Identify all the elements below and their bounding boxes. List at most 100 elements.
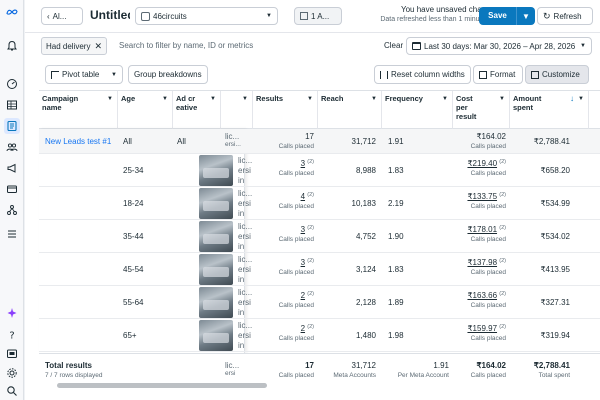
clear-filters-button[interactable]: Clear bbox=[384, 41, 403, 50]
column-menu-caret-icon[interactable]: ▼ bbox=[306, 95, 314, 103]
column-header-frequency[interactable]: Frequency ▼ bbox=[382, 91, 453, 129]
truncated-cell: lic... ersi in bbox=[238, 189, 253, 218]
ad-creative-thumbnail[interactable] bbox=[199, 320, 233, 351]
reach-value: 10,183 bbox=[351, 199, 376, 208]
svg-text:?: ? bbox=[9, 331, 14, 342]
column-header-age[interactable]: Age ▼ bbox=[118, 91, 173, 129]
ad-account-selector[interactable]: 46circuits ▼ bbox=[135, 7, 278, 25]
help-question-icon[interactable]: ? bbox=[4, 327, 20, 343]
report-table: Campaign name ▼ Age ▼ Ad creative ▼ ▼ Resul… bbox=[39, 90, 600, 384]
unsaved-changes-title: You have unsaved changes bbox=[400, 5, 499, 14]
results-value: 2 (2) Calls placed bbox=[278, 324, 314, 342]
ad-creative-thumbnail[interactable] bbox=[199, 221, 233, 252]
audiences-people-icon[interactable] bbox=[4, 139, 20, 155]
campaign-name-link[interactable]: New Leads test #1 bbox=[45, 137, 111, 146]
column-menu-caret-icon[interactable]: ▼ bbox=[577, 95, 585, 103]
main-content: ‹ Al... Untitled 46circuits ▼ 1 A... You… bbox=[25, 0, 600, 400]
truncated-cell: lic... ersi bbox=[225, 361, 240, 377]
table-grid-icon[interactable] bbox=[4, 97, 20, 113]
pivot-table-dropdown[interactable]: Pivot table ▼ bbox=[45, 65, 123, 84]
selection-count-button[interactable]: 1 A... bbox=[294, 7, 342, 25]
frequency-value: 1.90 bbox=[388, 232, 404, 241]
search-icon[interactable] bbox=[4, 383, 20, 399]
megaphone-icon[interactable] bbox=[4, 160, 20, 176]
amount-spent-value: ₹534.99 bbox=[540, 199, 570, 208]
ai-sparkle-icon[interactable] bbox=[4, 305, 20, 321]
reach-value: 2,128 bbox=[355, 298, 376, 307]
column-header-truncated[interactable]: ▼ bbox=[221, 91, 253, 129]
truncated-cell: lic... ersi in bbox=[238, 321, 253, 350]
age-value: 65+ bbox=[123, 331, 137, 340]
table-row[interactable]: 45-54 lic... ersi in 3 (2) Calls placed 3,124 1… bbox=[39, 253, 600, 286]
back-to-reports-button[interactable]: ‹ Al... bbox=[41, 7, 83, 25]
column-menu-caret-icon[interactable]: ▼ bbox=[498, 95, 506, 103]
dashboard-gauge-icon[interactable] bbox=[4, 76, 20, 92]
ad-creative-thumbnail[interactable] bbox=[199, 254, 233, 285]
column-header-campaign-name[interactable]: Campaign name ▼ bbox=[39, 91, 118, 129]
table-toolbar: Pivot table ▼ Group breakdowns Reset col… bbox=[25, 64, 600, 86]
total-results-label: Total results bbox=[45, 361, 92, 370]
horizontal-scrollbar[interactable] bbox=[57, 383, 267, 388]
table-row[interactable]: 65+ lic... ersi in 2 (2) Calls placed 1,480 1.9… bbox=[39, 319, 600, 352]
date-range-picker[interactable]: Last 30 days: Mar 30, 2026 – Apr 28, 202… bbox=[406, 37, 592, 55]
column-menu-caret-icon[interactable]: ▼ bbox=[441, 95, 449, 103]
ad-creative-thumbnail[interactable] bbox=[199, 155, 233, 186]
frequency-value: 1.89 bbox=[388, 298, 404, 307]
table-row[interactable]: 55-64 lic... ersi in 2 (2) Calls placed 2,128 1… bbox=[39, 286, 600, 319]
ad-creative-thumbnail[interactable] bbox=[199, 287, 233, 318]
customize-button[interactable]: Customize bbox=[525, 65, 589, 84]
column-menu-caret-icon[interactable]: ▼ bbox=[161, 95, 169, 103]
column-header-cost-per-result[interactable]: Cost per result ▼ bbox=[453, 91, 510, 129]
reports-icon[interactable] bbox=[4, 118, 20, 134]
save-options-caret-icon[interactable]: ▼ bbox=[517, 12, 535, 21]
table-row[interactable]: 35-44 lic... ersi in 3 (2) Calls placed 4,752 1… bbox=[39, 220, 600, 253]
amount-spent-value: ₹327.31 bbox=[540, 298, 570, 307]
column-menu-caret-icon[interactable]: ▼ bbox=[241, 95, 249, 103]
columns-icon bbox=[531, 70, 539, 79]
feedback-icon[interactable] bbox=[4, 346, 20, 362]
table-row[interactable]: New Leads test #1 All All lic... ersi... … bbox=[39, 129, 600, 154]
column-header-results[interactable]: Results ▼ bbox=[253, 91, 318, 129]
format-button[interactable]: Format bbox=[473, 65, 523, 84]
meta-logo-icon[interactable] bbox=[4, 4, 20, 20]
results-value: 2 (2) Calls placed bbox=[278, 291, 314, 309]
column-header-reach[interactable]: Reach ▼ bbox=[318, 91, 382, 129]
truncated-cell: lic... ersi... bbox=[225, 132, 241, 148]
settings-gear-icon[interactable] bbox=[4, 365, 20, 381]
table-row[interactable]: 25-34 lic... ersi in 3 (2) Calls placed 8,988 1… bbox=[39, 154, 600, 187]
group-breakdowns-button[interactable]: Group breakdowns bbox=[128, 65, 208, 84]
column-header-amount-spent[interactable]: Amount spent ↓ ▼ bbox=[510, 91, 589, 129]
ad-creative-thumbnail[interactable] bbox=[199, 188, 233, 219]
filter-search-input[interactable]: Search to filter by name, ID or metrics bbox=[119, 41, 253, 50]
cost-per-result-value: ₹164.02 Calls placed bbox=[470, 132, 506, 150]
column-header-ad-creative[interactable]: Ad creative ▼ bbox=[173, 91, 221, 129]
save-button[interactable]: Save bbox=[479, 7, 517, 25]
reach-value: 31,712 bbox=[351, 137, 376, 146]
format-table-icon bbox=[479, 70, 487, 79]
events-hierarchy-icon[interactable] bbox=[4, 202, 20, 218]
save-button-group: Save ▼ bbox=[479, 7, 535, 25]
age-value: 45-54 bbox=[123, 265, 144, 274]
report-title[interactable]: Untitled bbox=[90, 8, 130, 22]
column-menu-caret-icon[interactable]: ▼ bbox=[106, 95, 114, 103]
cost-per-result-value: ₹178.01 (2) Calls placed bbox=[467, 225, 506, 243]
age-value: All bbox=[123, 137, 132, 146]
table-row[interactable]: 18-24 lic... ersi in 4 (2) Calls placed 10,183… bbox=[39, 187, 600, 220]
results-value: 3 (2) Calls placed bbox=[278, 225, 314, 243]
column-menu-caret-icon[interactable]: ▼ bbox=[370, 95, 378, 103]
column-resize-icon bbox=[380, 70, 388, 79]
refresh-button[interactable]: ↻ Refresh bbox=[537, 7, 593, 25]
filter-chip-had-delivery[interactable]: Had delivery ✕ bbox=[41, 37, 108, 55]
frequency-value: 2.19 bbox=[388, 199, 404, 208]
column-menu-caret-icon[interactable]: ▼ bbox=[209, 95, 217, 103]
remove-filter-close-icon[interactable]: ✕ bbox=[94, 41, 102, 52]
reset-column-widths-button[interactable]: Reset column widths bbox=[374, 65, 471, 84]
cost-per-result-value: ₹133.75 (2) Calls placed bbox=[467, 192, 506, 210]
all-tools-menu-icon[interactable] bbox=[4, 226, 20, 242]
billing-card-icon[interactable] bbox=[4, 181, 20, 197]
sort-descending-arrow-icon[interactable]: ↓ bbox=[570, 94, 574, 103]
cost-per-result-value: ₹219.40 (2) Calls placed bbox=[467, 159, 506, 177]
notifications-bell-icon[interactable] bbox=[4, 38, 20, 54]
truncated-cell: lic... ersi in bbox=[238, 288, 253, 317]
calendar-icon bbox=[412, 42, 421, 50]
